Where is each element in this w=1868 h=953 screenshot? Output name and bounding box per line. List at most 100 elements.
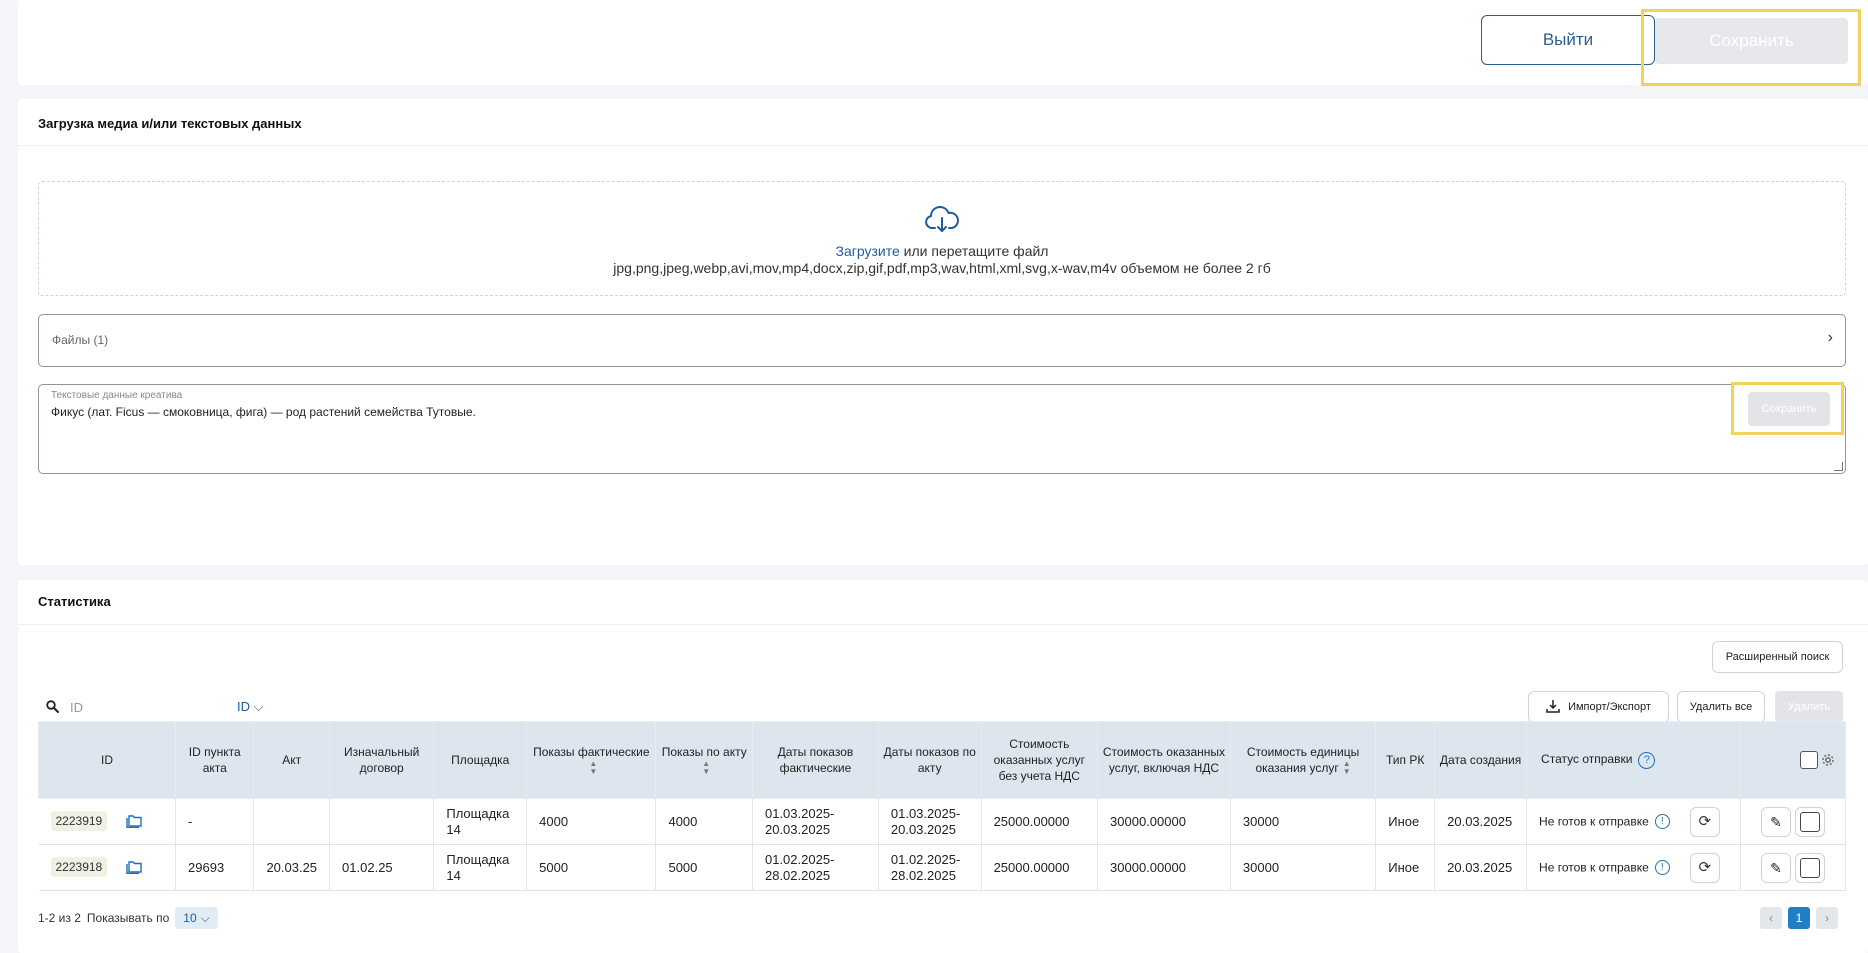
cell-cost-vat: 30000.00000 xyxy=(1097,798,1231,845)
refresh-icon: ⟳ xyxy=(1698,858,1712,876)
import-export-button[interactable]: Импорт/Экспорт xyxy=(1528,691,1669,723)
col-cost-no-vat[interactable]: Стоимость оказанных услуг без учета НДС xyxy=(980,721,1099,799)
creative-text-value[interactable]: Фикус (лат. Ficus — смоковница, фига) — … xyxy=(51,405,476,419)
delete-all-button[interactable]: Удалить все xyxy=(1677,691,1765,723)
cell-actions: ✎ xyxy=(1740,844,1846,891)
statistics-table: ID ID пункта акта Акт Изначальный догово… xyxy=(37,721,1846,891)
col-status-label: Статус отправки xyxy=(1541,752,1633,767)
col-contract[interactable]: Изначальный договор xyxy=(329,721,435,799)
sort-icon[interactable]: ▲ ▼ xyxy=(1343,760,1351,776)
table-row: 2223918 29693 20.03.25 01.02.25 Площадка… xyxy=(38,844,1846,891)
upload-panel: Загрузка медиа и/или текстовых данных За… xyxy=(18,99,1868,565)
cell-cost-no-vat: 25000.00000 xyxy=(981,798,1099,845)
files-accordion[interactable]: Файлы (1) › xyxy=(38,314,1846,367)
row-select[interactable] xyxy=(1795,852,1825,883)
creative-text-label: Текстовые данные креатива xyxy=(51,390,183,401)
select-all-checkbox[interactable] xyxy=(1799,751,1818,769)
dropzone-text: Загрузите или перетащите файл xyxy=(39,243,1845,259)
search-input[interactable] xyxy=(70,696,190,718)
statistics-title: Статистика xyxy=(38,594,111,609)
cell-dates-act: 01.02.2025-28.02.2025 xyxy=(878,844,982,891)
cell-shows-actual: 4000 xyxy=(526,798,657,845)
col-dates-act[interactable]: Даты показов по акту xyxy=(877,721,982,799)
col-status[interactable]: Статус отправки? xyxy=(1526,721,1742,799)
info-icon[interactable]: ! xyxy=(1654,814,1670,829)
col-rk-type[interactable]: Тип РК xyxy=(1375,721,1436,799)
prev-page-button[interactable]: ‹ xyxy=(1760,907,1782,929)
sort-icon[interactable]: ▲ ▼ xyxy=(589,760,597,776)
cell-created: 20.03.2025 xyxy=(1434,844,1528,891)
status-text: Не готов к отправке xyxy=(1539,859,1649,874)
row-checkbox[interactable] xyxy=(1800,811,1820,832)
help-icon[interactable]: ? xyxy=(1638,751,1656,769)
cell-shows-act: 5000 xyxy=(655,844,753,891)
col-shows-actual-label: Показы фактические xyxy=(533,744,650,759)
info-icon[interactable]: ! xyxy=(1654,860,1670,875)
chevron-down-icon: ⌵ xyxy=(200,910,210,925)
top-actions-panel: Выйти xyxy=(18,0,1868,85)
cell-act: 20.03.25 xyxy=(253,844,331,891)
id-chip[interactable]: 2223918 xyxy=(50,857,108,878)
cell-dates-actual: 01.03.2025-20.03.2025 xyxy=(752,798,879,845)
col-act[interactable]: Акт xyxy=(253,721,331,799)
next-page-button[interactable]: › xyxy=(1816,907,1838,929)
col-platform[interactable]: Площадка xyxy=(433,721,528,799)
delete-button[interactable]: Удалить xyxy=(1775,691,1843,723)
pencil-icon: ✎ xyxy=(1770,859,1782,876)
cell-id: 2223918 xyxy=(38,844,177,891)
col-id[interactable]: ID xyxy=(37,721,177,799)
col-unit-cost[interactable]: Стоимость единицы оказания услуг ▲ ▼ xyxy=(1229,721,1377,799)
col-shows-act-label: Показы по акту xyxy=(661,744,747,759)
edit-button[interactable]: ✎ xyxy=(1761,806,1791,837)
resize-handle-icon[interactable] xyxy=(1834,462,1843,471)
col-dates-actual[interactable]: Даты показов фактические xyxy=(751,721,879,799)
row-checkbox[interactable] xyxy=(1800,857,1820,878)
search-bar: ID ⌵ xyxy=(38,691,278,723)
row-select[interactable] xyxy=(1795,806,1825,837)
col-act-item-id[interactable]: ID пункта акта xyxy=(175,721,255,799)
cell-rk-type: Иное xyxy=(1375,798,1436,845)
cell-cost-no-vat: 25000.00000 xyxy=(981,844,1099,891)
download-icon xyxy=(1546,699,1560,716)
refresh-icon: ⟳ xyxy=(1698,812,1712,830)
creative-text-field[interactable]: Текстовые данные креатива Фикус (лат. Fi… xyxy=(38,384,1846,474)
chevron-down-icon: ⌵ xyxy=(253,699,264,714)
status-text: Не готов к отправке xyxy=(1539,813,1649,828)
cell-status: Не готов к отправке! ⟳ xyxy=(1526,798,1742,845)
col-created[interactable]: Дата создания xyxy=(1434,721,1528,799)
cell-act xyxy=(253,798,331,845)
refresh-button[interactable]: ⟳ xyxy=(1689,806,1720,837)
edit-button[interactable]: ✎ xyxy=(1761,852,1791,883)
id-chip[interactable]: 2223919 xyxy=(50,811,108,832)
page-size-label: Показывать по xyxy=(86,911,170,925)
cell-rk-type: Иное xyxy=(1375,844,1436,891)
cell-act-item-id: - xyxy=(175,798,255,845)
folder-icon[interactable] xyxy=(125,859,143,878)
cell-platform: Площадка 14 xyxy=(433,798,528,845)
col-actions xyxy=(1740,721,1846,799)
col-cost-vat[interactable]: Стоимость оказанных услуг, включая НДС xyxy=(1097,721,1231,799)
folder-icon[interactable] xyxy=(125,813,143,832)
refresh-button[interactable]: ⟳ xyxy=(1689,852,1720,883)
sort-icon[interactable]: ▲ ▼ xyxy=(702,760,710,776)
gear-icon[interactable] xyxy=(1821,752,1835,766)
pagination-info: 1-2 из 2 Показывать по 10 ⌵ xyxy=(38,907,218,929)
extended-search-button[interactable]: Расширенный поиск xyxy=(1712,641,1843,673)
upload-title: Загрузка медиа и/или текстовых данных xyxy=(38,116,302,131)
table-row: 2223919 - Площадка 14 4000 4000 01.03.20… xyxy=(38,798,1846,845)
chevron-right-icon: › xyxy=(1827,329,1833,346)
page-size-select[interactable]: 10 ⌵ xyxy=(175,907,218,929)
file-dropzone[interactable]: Загрузите или перетащите файл jpg,png,jp… xyxy=(38,181,1846,296)
cell-dates-act: 01.03.2025-20.03.2025 xyxy=(878,798,982,845)
cell-contract: 01.02.25 xyxy=(329,844,435,891)
col-shows-act[interactable]: Показы по акту▲ ▼ xyxy=(655,721,753,799)
search-field-select[interactable]: ID ⌵ xyxy=(237,699,263,715)
import-export-label: Импорт/Экспорт xyxy=(1568,701,1651,713)
cell-cost-vat: 30000.00000 xyxy=(1097,844,1231,891)
cloud-upload-icon xyxy=(924,205,960,237)
current-page-button[interactable]: 1 xyxy=(1788,907,1810,929)
upload-link[interactable]: Загрузите xyxy=(836,243,900,259)
exit-button[interactable]: Выйти xyxy=(1481,15,1655,65)
col-shows-actual[interactable]: Показы фактические▲ ▼ xyxy=(526,721,657,799)
search-icon xyxy=(46,700,59,716)
